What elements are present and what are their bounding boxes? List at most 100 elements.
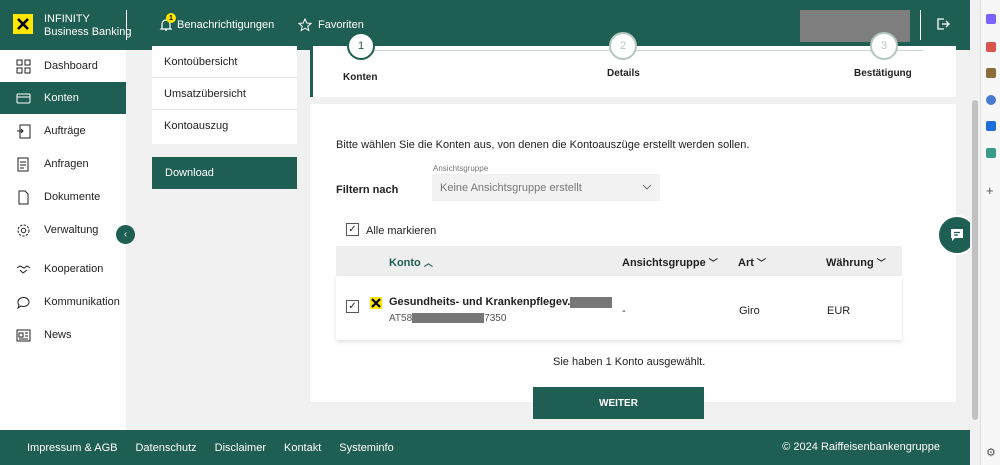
- step-3-label: Bestätigung: [854, 68, 912, 79]
- check-icon: ✓: [348, 300, 357, 312]
- raiffeisen-logo[interactable]: [13, 14, 33, 34]
- step-1-circle: 1: [347, 32, 375, 60]
- star-icon: [298, 18, 312, 32]
- notifications-button[interactable]: 1 Benachrichtigungen: [159, 13, 274, 32]
- next-button[interactable]: WEITER: [533, 387, 704, 419]
- sidebar-item-label: Verwaltung: [44, 224, 99, 236]
- chevron-left-icon: ‹: [123, 229, 128, 240]
- add-icon[interactable]: +: [986, 184, 996, 197]
- sidebar-item-label: Aufträge: [44, 125, 86, 137]
- check-icon: ✓: [348, 223, 357, 235]
- chevron-down-icon: ﹀: [708, 258, 718, 268]
- dropdown-label: Ansichtsgruppe: [433, 164, 489, 173]
- table-header: Konto ︿ Ansichtsgruppe ﹀ Art ﹀ Währung ﹀: [336, 246, 902, 276]
- sidebar-item-label: Anfragen: [44, 158, 89, 170]
- column-header-ansichtsgruppe[interactable]: Ansichtsgruppe ﹀: [622, 256, 718, 269]
- download-button[interactable]: Download: [152, 157, 297, 189]
- redacted-block: [570, 296, 613, 308]
- handshake-icon: [16, 264, 31, 274]
- chevron-down-icon: [642, 184, 652, 190]
- sidebar-item-news[interactable]: News: [0, 319, 126, 351]
- chat-icon: [17, 296, 30, 309]
- table-row[interactable]: ✓ Gesundheits- und Krankenpflegev. AT58 7…: [336, 276, 902, 340]
- submenu-item-umsatzuebersicht[interactable]: Umsatzübersicht: [152, 78, 297, 110]
- sidebar-item-label: Kommunikation: [44, 296, 120, 308]
- dropdown-value: Keine Ansichtsgruppe erstellt: [440, 181, 582, 194]
- extension-icon[interactable]: [986, 42, 996, 52]
- notification-badge: 1: [166, 13, 176, 23]
- extension-icon[interactable]: [986, 148, 996, 158]
- footer-link-impressum[interactable]: Impressum & AGB: [27, 442, 117, 454]
- chevron-up-icon: ︿: [423, 258, 433, 268]
- column-header-label: Konto: [389, 257, 421, 269]
- column-header-art[interactable]: Art ﹀: [738, 256, 766, 269]
- brand-line1: INFINITY: [44, 13, 90, 25]
- filter-label: Filtern nach: [336, 184, 399, 196]
- copyright-text: © 2024 Raiffeisenbankengruppe: [782, 441, 940, 453]
- select-all-checkbox[interactable]: ✓: [346, 223, 359, 236]
- sidebar-item-konten[interactable]: Konten: [0, 82, 126, 114]
- column-header-label: Art: [738, 257, 754, 269]
- brand-line2: Business Banking: [44, 26, 132, 38]
- sidebar-item-auftraege[interactable]: Aufträge: [0, 115, 126, 147]
- favorites-label: Favoriten: [318, 19, 364, 31]
- footer-link-disclaimer[interactable]: Disclaimer: [215, 442, 266, 454]
- select-all-label: Alle markieren: [366, 225, 437, 237]
- step-2-circle: 2: [609, 32, 637, 60]
- scrollbar[interactable]: [970, 0, 980, 465]
- sidebar-item-dashboard[interactable]: Dashboard: [0, 50, 126, 82]
- sidebar-item-kommunikation[interactable]: Kommunikation: [0, 286, 126, 318]
- selected-count-text: Sie haben 1 Konto ausgewählt.: [553, 356, 706, 368]
- sidebar-item-label: Dashboard: [44, 60, 98, 72]
- logout-button[interactable]: [935, 16, 951, 35]
- message-icon: [951, 229, 963, 241]
- row-checkbox[interactable]: ✓: [346, 300, 359, 313]
- column-header-waehrung[interactable]: Währung ﹀: [826, 256, 886, 269]
- sidebar-item-anfragen[interactable]: Anfragen: [0, 148, 126, 180]
- account-name-text: Gesundheits- und Krankenpflegev.: [389, 296, 571, 308]
- logout-icon: [937, 18, 950, 30]
- news-icon: [16, 329, 31, 341]
- instruction-text: Bitte wählen Sie die Konten aus, von den…: [336, 139, 750, 151]
- raiffeisen-logo-icon: [370, 297, 382, 312]
- requests-icon: [17, 157, 29, 171]
- documents-icon: [18, 190, 29, 204]
- footer-link-systeminfo[interactable]: Systeminfo: [339, 442, 393, 454]
- iban-prefix: AT58: [389, 313, 413, 324]
- top-header: INFINITY Business Banking 1 Benachrichti…: [0, 0, 970, 50]
- gear-icon[interactable]: ⚙: [986, 448, 996, 459]
- brand-name: INFINITY Business Banking: [44, 13, 131, 39]
- sidebar-collapse-button[interactable]: ‹: [116, 225, 135, 244]
- stepper: 1 2 3 Konten Details Bestätigung: [310, 32, 956, 97]
- konten-submenu: Kontoübersicht Umsatzübersicht Kontoausz…: [152, 46, 297, 144]
- extension-icon[interactable]: [986, 95, 996, 105]
- iban-suffix: 7350: [484, 313, 507, 324]
- bell-icon: 1: [159, 13, 176, 32]
- scrollbar-thumb[interactable]: [972, 100, 978, 420]
- footer-link-kontakt[interactable]: Kontakt: [284, 442, 321, 454]
- main-panel: Bitte wählen Sie die Konten aus, von den…: [310, 104, 956, 419]
- submenu-item-kontouebersicht[interactable]: Kontoübersicht: [152, 46, 297, 78]
- sidebar-item-kooperation[interactable]: Kooperation: [0, 253, 126, 285]
- orders-icon: [17, 124, 31, 138]
- favorites-button[interactable]: Favoriten: [298, 18, 364, 32]
- footer-link-datenschutz[interactable]: Datenschutz: [135, 442, 196, 454]
- accounts-icon: [16, 93, 31, 103]
- submenu-item-kontoauszug[interactable]: Kontoauszug: [152, 110, 297, 142]
- sidebar-item-label: Dokumente: [44, 191, 101, 203]
- header-divider-2: [920, 10, 921, 40]
- chevron-down-icon: ﹀: [756, 258, 766, 268]
- column-header-konto[interactable]: Konto ︿: [389, 256, 433, 269]
- account-name: Gesundheits- und Krankenpflegev.: [389, 296, 613, 308]
- column-header-label: Ansichtsgruppe: [622, 257, 706, 269]
- sidebar-item-verwaltung[interactable]: Verwaltung: [0, 214, 126, 246]
- extension-icon[interactable]: [986, 68, 996, 78]
- step-2-label: Details: [607, 68, 640, 79]
- extension-icon[interactable]: [986, 14, 996, 24]
- outlook-icon[interactable]: [986, 121, 996, 131]
- ansichtsgruppe-select[interactable]: Keine Ansichtsgruppe erstellt: [432, 174, 660, 201]
- sidebar-item-dokumente[interactable]: Dokumente: [0, 181, 126, 213]
- header-divider: [126, 10, 127, 40]
- account-iban: AT58 7350: [389, 313, 506, 324]
- account-currency: EUR: [827, 305, 851, 317]
